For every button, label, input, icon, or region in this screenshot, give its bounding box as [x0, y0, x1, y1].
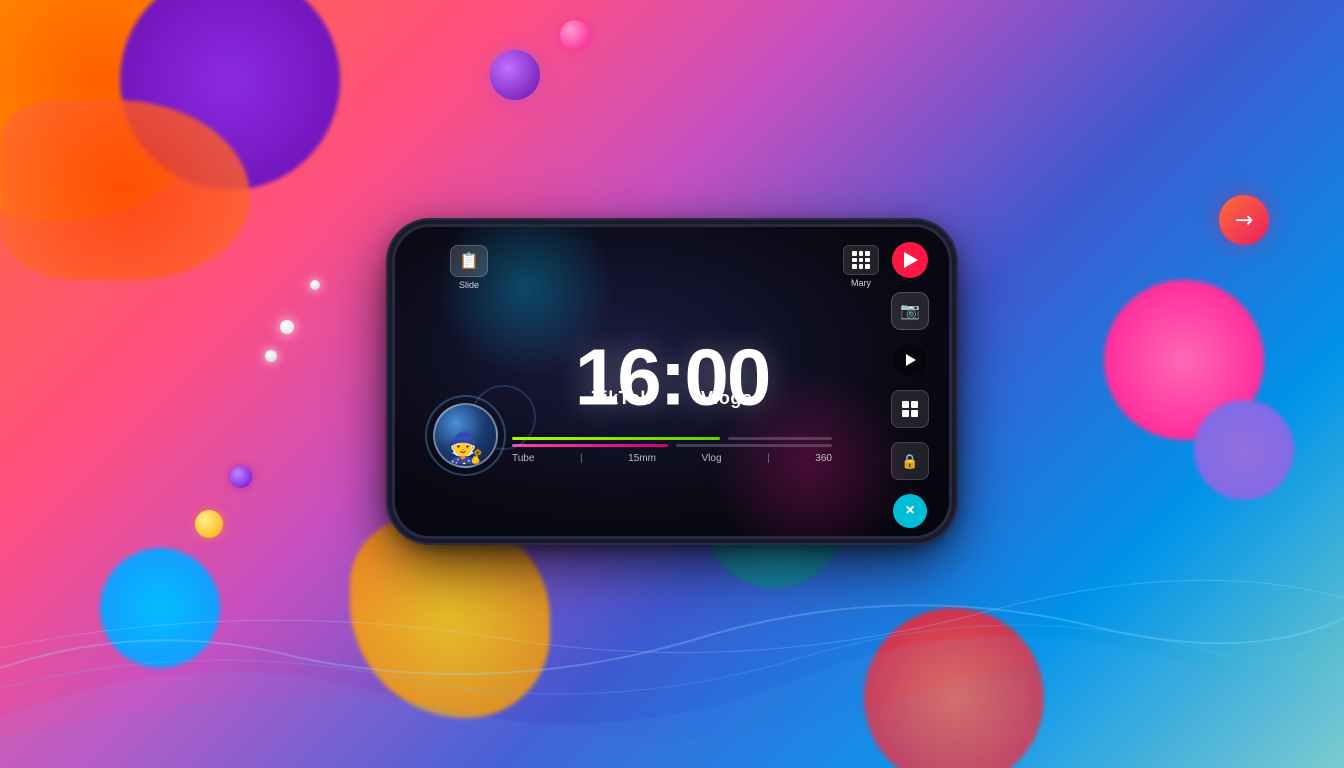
progress-bar-bg-1	[728, 437, 832, 440]
progress-bar-row-1	[512, 437, 832, 440]
meta-vlog: Vlog	[702, 453, 722, 464]
camera-button[interactable]: 📷	[891, 292, 929, 330]
play-dark-button[interactable]	[894, 344, 926, 376]
play-triangle-sm-icon	[906, 354, 916, 366]
floating-arrow-badge: ↗	[1219, 195, 1269, 245]
play-red-button[interactable]	[892, 242, 928, 278]
sphere-white-3	[265, 350, 277, 362]
progress-bar-bg-2	[676, 444, 832, 447]
phone-screen: 📋 Slide Mary	[395, 227, 949, 536]
top-left-icon-container[interactable]: 📋 Slide	[450, 245, 488, 290]
progress-bar-green	[512, 437, 720, 440]
grid-button[interactable]	[891, 390, 929, 428]
close-icon: ×	[905, 502, 914, 520]
bg-blob-violet	[1194, 400, 1294, 500]
meta-sep1: |	[580, 453, 583, 464]
sphere-purple-small	[230, 466, 252, 488]
sphere-purple-top	[490, 50, 540, 100]
wave-lines	[0, 518, 1344, 768]
avatar-container: 🧙	[433, 403, 498, 468]
side-icons-panel: 📷	[891, 242, 929, 528]
slide-icon: 📋	[450, 245, 488, 277]
grid2-icon	[902, 401, 918, 417]
tiktok-label: TikTok	[592, 388, 651, 409]
meta-tube: Tube	[512, 453, 534, 464]
meta-360: 360	[815, 453, 832, 464]
meta-sep2: |	[767, 453, 770, 464]
clock-display: 16:00	[575, 331, 770, 423]
mary-label-text: Mary	[851, 278, 871, 288]
progress-bar-row-2	[512, 444, 832, 447]
lock-icon: 🔒	[901, 453, 918, 470]
progress-section: Tube | 15mm Vlog | 360	[512, 437, 832, 464]
arrow-up-icon: ↗	[1228, 204, 1259, 235]
sphere-white-1	[280, 320, 294, 334]
grid-icon-inner	[852, 251, 870, 269]
sphere-white-2	[310, 280, 320, 290]
lock-button[interactable]: 🔒	[891, 442, 929, 480]
phone-side-button	[949, 287, 952, 327]
play-triangle-icon	[904, 252, 918, 268]
camera-icon: 📷	[900, 301, 920, 321]
slide-label: Slide	[459, 280, 479, 290]
mary-container[interactable]: Mary	[843, 245, 879, 288]
app-labels-row: TikTok Vlogs	[592, 388, 753, 409]
background: ↗ 📋 Slide	[0, 0, 1344, 768]
meta-text-row: Tube | 15mm Vlog | 360	[512, 453, 832, 464]
phone-device: 📋 Slide Mary	[392, 224, 952, 539]
vlogs-label: Vlogs	[701, 388, 753, 409]
mary-grid-icon	[843, 245, 879, 275]
phone-container: 📋 Slide Mary	[392, 224, 952, 544]
progress-bar-pink	[512, 444, 668, 447]
meta-15mm: 15mm	[628, 453, 656, 464]
close-button[interactable]: ×	[893, 494, 927, 528]
sphere-pink-top	[560, 20, 590, 50]
avatar-glow	[425, 395, 506, 476]
